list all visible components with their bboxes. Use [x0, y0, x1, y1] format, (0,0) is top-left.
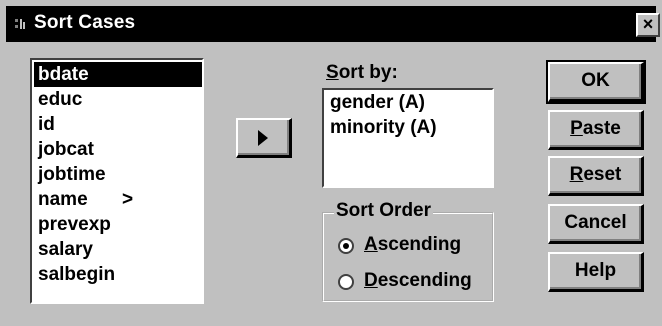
variable-name: bdate — [38, 64, 89, 85]
variable-list-item[interactable]: salary — [34, 237, 202, 262]
title-bar[interactable]: Sort Cases × — [6, 6, 660, 42]
sort-cases-dialog: Sort Cases × bdate educ id jobcat jobtime nam… — [0, 0, 662, 326]
close-button[interactable]: × — [636, 13, 660, 37]
app-icon — [15, 19, 25, 29]
variable-list-item[interactable]: prevexp — [34, 212, 202, 237]
sort-by-item[interactable]: gender (A) — [324, 90, 492, 115]
variable-name: jobtime — [38, 164, 106, 185]
variable-list-item[interactable]: educ — [34, 87, 202, 112]
variable-name: id — [38, 114, 55, 135]
sort-by-item[interactable]: minority (A) — [324, 115, 492, 140]
sort-by-label: Sort by: — [326, 62, 398, 83]
sort-order-title: Sort Order — [334, 200, 434, 222]
variable-name: jobcat — [38, 139, 94, 160]
variable-name: prevexp — [38, 214, 111, 235]
help-button[interactable]: Help — [548, 252, 644, 292]
window-title: Sort Cases — [34, 12, 136, 33]
close-icon: × — [642, 14, 654, 34]
variable-list-item[interactable]: bdate — [34, 62, 202, 87]
ascending-label[interactable]: Ascending — [364, 234, 461, 256]
variable-list-item[interactable]: jobtime — [34, 162, 202, 187]
paste-button[interactable]: Paste — [548, 110, 644, 150]
descending-radio[interactable] — [338, 274, 354, 290]
move-variable-button[interactable] — [236, 118, 292, 158]
ascending-radio[interactable] — [338, 238, 354, 254]
variable-list-item[interactable]: salbegin — [34, 262, 202, 287]
variable-list-item[interactable]: jobcat — [34, 137, 202, 162]
variable-list-item[interactable]: name > — [34, 187, 202, 212]
cancel-button[interactable]: Cancel — [548, 204, 644, 244]
variable-name: educ — [38, 89, 83, 110]
ok-button[interactable]: OK — [546, 60, 646, 104]
sort-by-listbox[interactable]: gender (A) minority (A) — [322, 88, 494, 188]
right-arrow-icon — [258, 130, 268, 146]
variable-name: name — [38, 189, 88, 210]
radio-selected-dot — [343, 243, 349, 249]
reset-button[interactable]: Reset — [548, 156, 644, 196]
variable-list-item[interactable]: id — [34, 112, 202, 137]
variable-name: salary — [38, 239, 93, 260]
variable-listbox[interactable]: bdate educ id jobcat jobtime name > prevexp sala… — [30, 58, 204, 304]
descending-label[interactable]: Descending — [364, 270, 472, 292]
chevron-right-icon: > — [122, 189, 134, 210]
variable-name: salbegin — [38, 264, 116, 285]
